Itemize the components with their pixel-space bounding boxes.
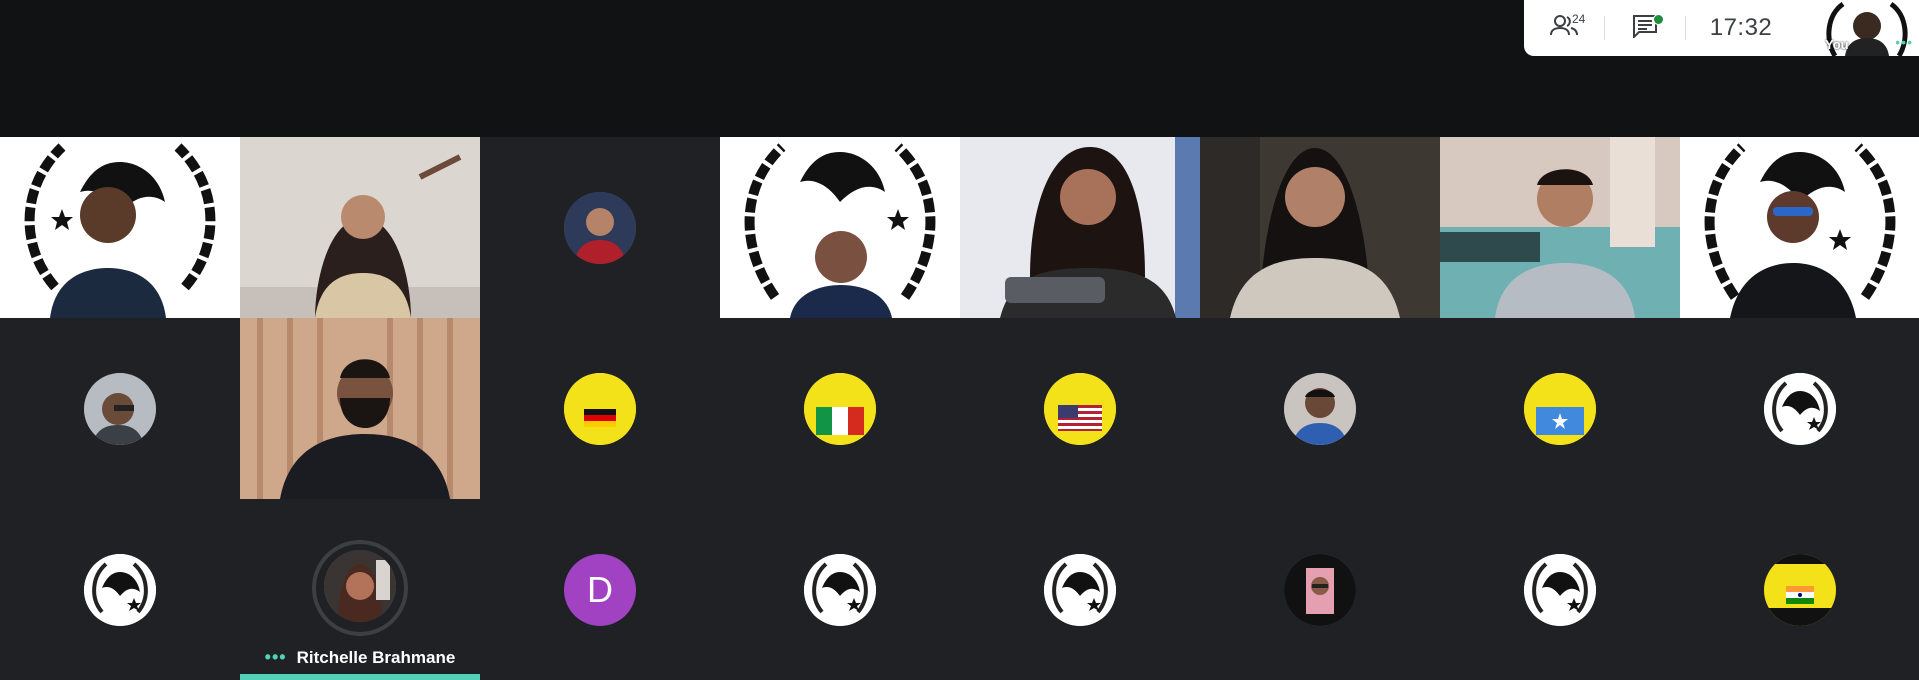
dove-emblem-icon [1763,372,1836,445]
video-feed [240,137,480,318]
meeting-controls-hud: 24 17:32 You ••• [1524,0,1919,56]
unread-badge [1653,14,1664,25]
speaker-name-row: ••• Ritchelle Brahmane [240,647,480,668]
active-speaker-tile[interactable]: ••• Ritchelle Brahmane [240,499,480,680]
people-button[interactable]: 24 [1524,0,1604,56]
self-label: You [1825,37,1849,52]
emblem-background [0,137,240,318]
emblem-avatar [1044,553,1116,626]
participant-avatar [1284,372,1356,445]
participant-avatar [84,372,156,445]
more-options-icon[interactable]: ••• [1895,34,1913,50]
participant-video-tile[interactable] [720,137,960,318]
country-sticker-avatar [1763,553,1836,626]
active-speaker-bar [240,674,480,680]
participant-name: Ritchelle Brahmane [296,647,456,667]
participant-avatar-tile[interactable] [1680,318,1919,499]
participant-avatar [564,191,636,264]
participant-avatar-tile[interactable] [720,499,960,680]
emblem-avatar [1763,372,1836,445]
germany-flag-icon [564,372,636,445]
speaking-indicator-icon: ••• [264,647,287,667]
emblem-background [1680,137,1919,318]
dove-emblem-icon [1044,553,1116,626]
country-sticker-avatar [804,372,876,445]
dove-emblem-icon [1524,553,1596,626]
participant-avatar-tile[interactable] [1440,318,1680,499]
participant-avatar-tile[interactable]: D [480,499,720,680]
participant-avatar-tile[interactable] [960,499,1200,680]
country-sticker-avatar [1524,372,1596,445]
participant-avatar-tile[interactable] [960,318,1200,499]
participant-avatar-tile[interactable] [0,499,240,680]
participant-avatar-tile[interactable] [1680,499,1919,680]
participant-count: 24 [1572,12,1586,26]
participant-avatar-tile[interactable] [720,318,960,499]
participant-video-tile[interactable] [240,137,480,318]
video-feed [1440,137,1680,318]
participant-video-tile[interactable] [1440,137,1680,318]
dove-emblem-icon [804,553,876,626]
india-flag-icon [1763,553,1836,626]
participant-video-tile[interactable] [0,137,240,318]
emblem-background [720,137,960,318]
emblem-avatar [804,553,876,626]
participant-video-tile[interactable] [1680,137,1919,318]
chat-button[interactable] [1605,0,1685,56]
participant-avatar-tile[interactable] [1200,499,1440,680]
italy-flag-icon [804,372,876,445]
self-view[interactable]: You ••• [1815,0,1919,56]
dove-emblem-icon [84,553,156,626]
participant-video-tile[interactable] [240,318,480,499]
participant-video-tile[interactable] [960,137,1200,318]
emblem-avatar [84,553,156,626]
participant-avatar [324,549,396,622]
letter-avatar: D [564,553,636,626]
usa-flag-icon [1044,372,1116,445]
somalia-flag-icon [1524,372,1596,445]
meeting-clock: 17:32 [1709,14,1773,41]
video-feed [1200,137,1440,318]
video-feed [240,318,480,499]
participant-avatar-tile[interactable] [1200,318,1440,499]
participant-avatar-tile[interactable] [1440,499,1680,680]
emblem-avatar [1524,553,1596,626]
participant-avatar-tile[interactable] [480,137,720,318]
country-sticker-avatar [564,372,636,445]
country-sticker-avatar [1044,372,1116,445]
participant-video-tile[interactable] [1200,137,1440,318]
participant-avatar-tile[interactable] [0,318,240,499]
participant-avatar-tile[interactable] [480,318,720,499]
video-feed [960,137,1200,318]
participant-avatar [1284,553,1356,626]
